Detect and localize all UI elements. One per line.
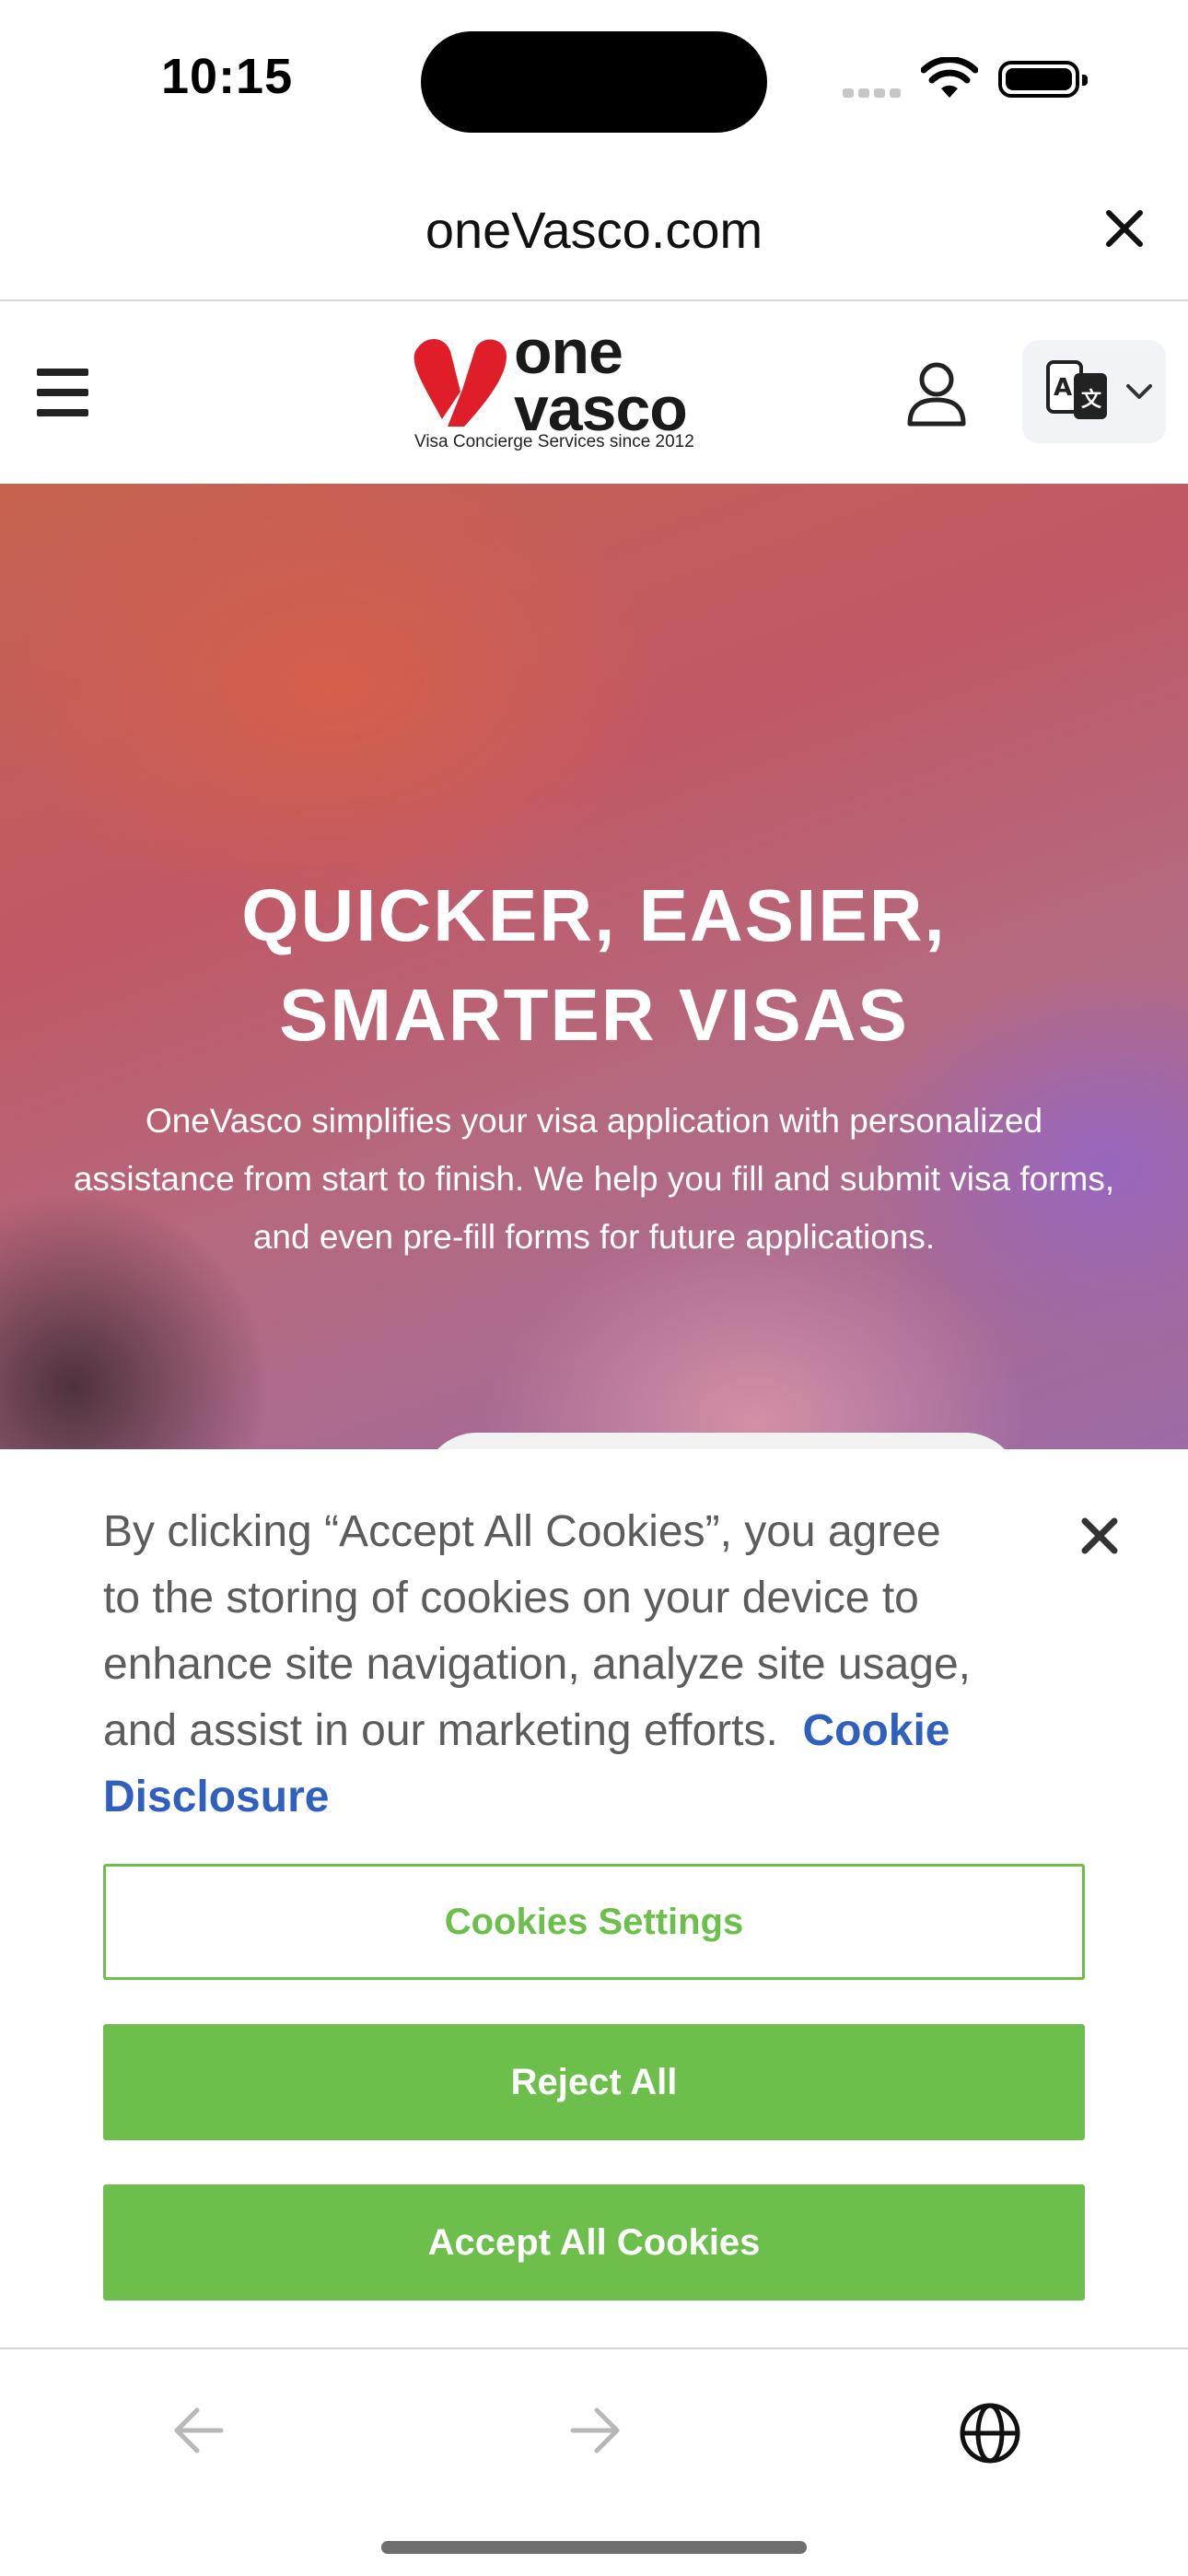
cookie-consent-text: By clicking “Accept All Cookies”, you ag… — [103, 1507, 971, 1821]
hero-title: QUICKER, EASIER, SMARTER VISAS — [241, 874, 947, 1056]
dynamic-island — [421, 31, 767, 133]
svg-text:文: 文 — [1081, 388, 1102, 412]
status-bar: 10:15 — [0, 0, 1188, 161]
hero-cta-button[interactable] — [422, 1433, 1020, 1451]
url-text[interactable]: oneVasco.com — [0, 200, 1188, 260]
close-icon[interactable] — [1079, 1516, 1120, 1556]
browser-toolbar — [0, 2349, 1188, 2576]
browser-url-bar: oneVasco.com — [0, 161, 1188, 301]
hero-section: QUICKER, EASIER, SMARTER VISAS OneVasco … — [0, 484, 1188, 1451]
onevasco-logo[interactable]: one vasco Visa Concierge Services since … — [411, 321, 733, 467]
heart-logo-icon — [413, 338, 507, 427]
user-icon[interactable] — [904, 359, 969, 427]
accept-all-cookies-button[interactable]: Accept All Cookies — [103, 2184, 1085, 2301]
arrow-left-icon[interactable] — [171, 2405, 227, 2456]
reject-all-button[interactable]: Reject All — [103, 2024, 1085, 2140]
wifi-icon — [921, 57, 978, 98]
battery-icon — [998, 61, 1088, 98]
logo-wordmark: one vasco — [514, 317, 688, 444]
globe-icon[interactable] — [958, 2401, 1022, 2465]
close-icon[interactable] — [1101, 205, 1147, 252]
cookie-banner: By clicking “Accept All Cookies”, you ag… — [0, 1449, 1188, 2349]
logo-tagline: Visa Concierge Services since 2012 — [414, 432, 694, 451]
translate-icon: A 文 — [1046, 360, 1107, 419]
language-selector[interactable]: A 文 — [1022, 340, 1166, 443]
svg-text:A: A — [1054, 374, 1072, 402]
hamburger-menu-icon[interactable] — [37, 369, 88, 416]
home-indicator — [381, 2541, 807, 2554]
site-header: one vasco Visa Concierge Services since … — [0, 301, 1188, 484]
cellular-signal-icon — [843, 86, 905, 102]
cookies-settings-button[interactable]: Cookies Settings — [103, 1864, 1085, 1980]
status-time: 10:15 — [161, 49, 294, 104]
chevron-down-icon — [1126, 384, 1152, 399]
arrow-right-icon[interactable] — [567, 2405, 623, 2456]
hero-description: OneVasco simplifies your visa applicatio… — [73, 1102, 1115, 1256]
